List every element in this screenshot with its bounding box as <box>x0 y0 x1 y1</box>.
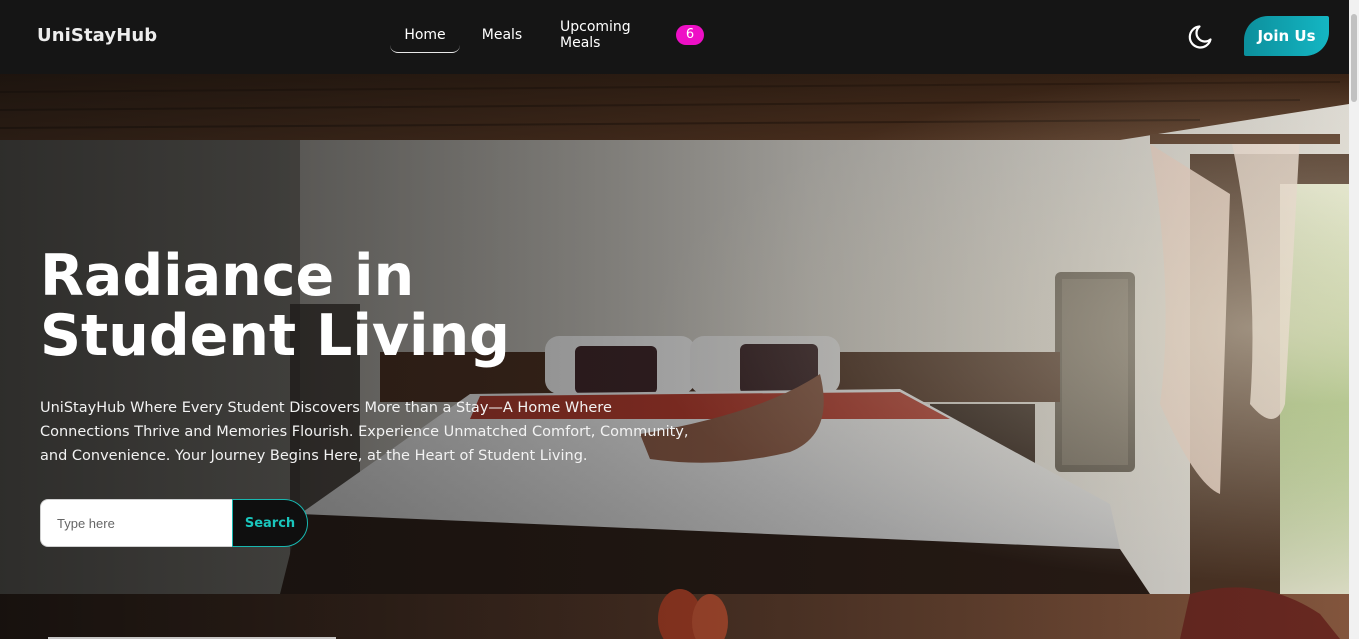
hero-title: Radiance in Student Living <box>40 243 510 369</box>
nav-home-link[interactable]: Home <box>390 17 460 53</box>
nav-meals-link[interactable]: Meals <box>472 17 532 53</box>
nav-home-label: Home <box>404 26 446 43</box>
search-bar: Search <box>40 499 308 547</box>
join-us-button[interactable]: Join Us <box>1244 16 1329 56</box>
brand-logo[interactable]: UniStayHub <box>37 25 157 46</box>
theme-toggle-button[interactable] <box>1186 23 1214 51</box>
moon-icon <box>1188 25 1212 49</box>
search-button[interactable]: Search <box>232 499 308 547</box>
search-input[interactable] <box>40 499 232 547</box>
nav-meals-label: Meals <box>481 27 523 43</box>
page-scrollbar[interactable] <box>1349 0 1359 639</box>
upcoming-meals-count-badge: 6 <box>676 25 704 45</box>
navbar: UniStayHub Home Meals Upcoming Meals 6 J… <box>0 0 1349 74</box>
nav-upcoming-meals-link[interactable]: Upcoming Meals 6 <box>554 17 704 53</box>
hero-description: UniStayHub Where Every Student Discovers… <box>40 400 689 464</box>
nav-upcoming-meals-label: Upcoming Meals <box>560 19 631 51</box>
hero-section: Radiance in Student Living UniStayHub Wh… <box>0 74 1349 639</box>
page: UniStayHub Home Meals Upcoming Meals 6 J… <box>0 0 1359 639</box>
scrollbar-thumb[interactable] <box>1351 14 1357 102</box>
